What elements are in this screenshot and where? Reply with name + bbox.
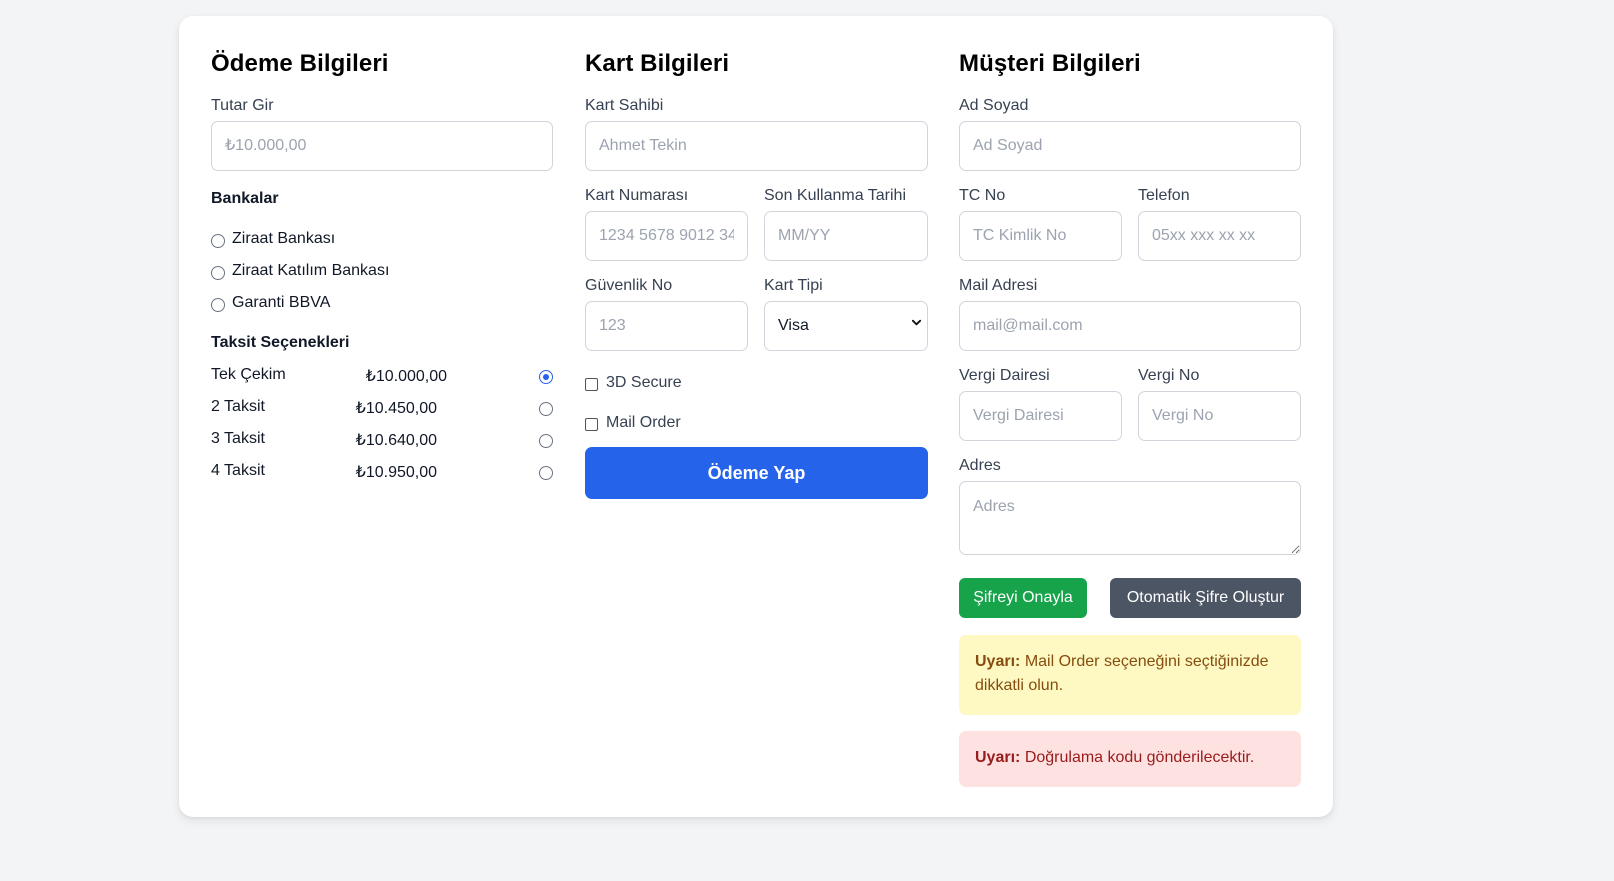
- installment-label: 2 Taksit: [211, 398, 265, 415]
- cvv-input[interactable]: [585, 301, 748, 351]
- address-input[interactable]: [959, 481, 1301, 555]
- mail-order-label: Mail Order: [606, 414, 681, 431]
- card-type-label: Kart Tipi: [764, 277, 823, 294]
- tax-office-label: Vergi Dairesi: [959, 367, 1050, 384]
- verification-warning: Uyarı: Doğrulama kodu gönderilecektir.: [959, 731, 1301, 787]
- tc-label: TC No: [959, 187, 1006, 204]
- installment-amount: ₺10.640,00: [355, 432, 437, 449]
- installment-amount: ₺10.950,00: [355, 464, 437, 481]
- tax-office-input[interactable]: [959, 391, 1122, 441]
- address-label: Adres: [959, 457, 1001, 474]
- expiry-label: Son Kullanma Tarihi: [764, 187, 907, 204]
- 3d-secure-option[interactable]: 3D Secure: [585, 373, 785, 395]
- tax-no-input[interactable]: [1138, 391, 1301, 441]
- 3d-secure-checkbox[interactable]: [585, 378, 598, 391]
- installment-label: 4 Taksit: [211, 462, 265, 479]
- installment-amount: ₺10.000,00: [365, 368, 447, 385]
- bank-option-ziraat[interactable]: Ziraat Bankası: [211, 230, 553, 252]
- pay-button[interactable]: Ödeme Yap: [585, 447, 928, 499]
- warning-strong: Uyarı:: [975, 749, 1021, 766]
- expiry-input[interactable]: [764, 211, 928, 261]
- bank-label: Garanti BBVA: [232, 294, 331, 311]
- 3d-secure-label: 3D Secure: [606, 374, 682, 391]
- card-type-value: Visa: [778, 317, 809, 334]
- mail-order-warning: Uyarı: Mail Order seçeneğini seçtiğinizd…: [959, 635, 1301, 715]
- installment-row[interactable]: 3 Taksit ₺10.640,00: [211, 430, 553, 452]
- name-label: Ad Soyad: [959, 97, 1029, 114]
- card-holder-input[interactable]: [585, 121, 928, 171]
- cvv-label: Güvenlik No: [585, 277, 673, 294]
- tc-input[interactable]: [959, 211, 1122, 261]
- amount-label: Tutar Gir: [211, 97, 274, 114]
- installment-radio[interactable]: [539, 466, 553, 480]
- payment-title: Ödeme Bilgileri: [211, 50, 389, 77]
- bank-label: Ziraat Katılım Bankası: [232, 262, 390, 279]
- installments-title: Taksit Seçenekleri: [211, 334, 350, 351]
- confirm-password-button[interactable]: Şifreyi Onayla: [959, 578, 1087, 618]
- installment-label: Tek Çekim: [211, 366, 286, 383]
- phone-label: Telefon: [1138, 187, 1190, 204]
- card-title: Kart Bilgileri: [585, 50, 730, 77]
- bank-radio[interactable]: [211, 234, 225, 248]
- warning-text: Mail Order seçeneğini seçtiğinizde dikka…: [975, 653, 1269, 694]
- holder-label: Kart Sahibi: [585, 97, 664, 114]
- generate-password-button[interactable]: Otomatik Şifre Oluştur: [1110, 578, 1301, 618]
- installment-radio[interactable]: [539, 402, 553, 416]
- mail-order-checkbox[interactable]: [585, 418, 598, 431]
- installment-row[interactable]: 2 Taksit ₺10.450,00: [211, 398, 553, 420]
- mail-order-option[interactable]: Mail Order: [585, 413, 785, 435]
- installment-row[interactable]: 4 Taksit ₺10.950,00: [211, 462, 553, 484]
- warning-strong: Uyarı:: [975, 653, 1021, 670]
- amount-input[interactable]: [211, 121, 553, 171]
- card-number-input[interactable]: [585, 211, 748, 261]
- banks-title: Bankalar: [211, 190, 279, 207]
- card-type-select[interactable]: Visa: [764, 301, 928, 351]
- installment-radio[interactable]: [539, 370, 553, 384]
- payment-card: Ödeme Bilgileri Tutar Gir Bankalar Ziraa…: [179, 16, 1333, 817]
- card-number-label: Kart Numarası: [585, 187, 689, 204]
- warning-text: Doğrulama kodu gönderilecektir.: [1024, 749, 1255, 766]
- customer-title: Müşteri Bilgileri: [959, 50, 1141, 77]
- bank-option-ziraat-katilim[interactable]: Ziraat Katılım Bankası: [211, 262, 553, 284]
- installment-row[interactable]: Tek Çekim ₺10.000,00: [211, 366, 553, 388]
- installment-label: 3 Taksit: [211, 430, 265, 447]
- installment-amount: ₺10.450,00: [355, 400, 437, 417]
- bank-option-garanti[interactable]: Garanti BBVA: [211, 294, 553, 316]
- bank-label: Ziraat Bankası: [232, 230, 336, 247]
- bank-radio[interactable]: [211, 298, 225, 312]
- mail-label: Mail Adresi: [959, 277, 1038, 294]
- mail-input[interactable]: [959, 301, 1301, 351]
- name-input[interactable]: [959, 121, 1301, 171]
- tax-no-label: Vergi No: [1138, 367, 1200, 384]
- bank-radio[interactable]: [211, 266, 225, 280]
- installment-radio[interactable]: [539, 434, 553, 448]
- phone-input[interactable]: [1138, 211, 1301, 261]
